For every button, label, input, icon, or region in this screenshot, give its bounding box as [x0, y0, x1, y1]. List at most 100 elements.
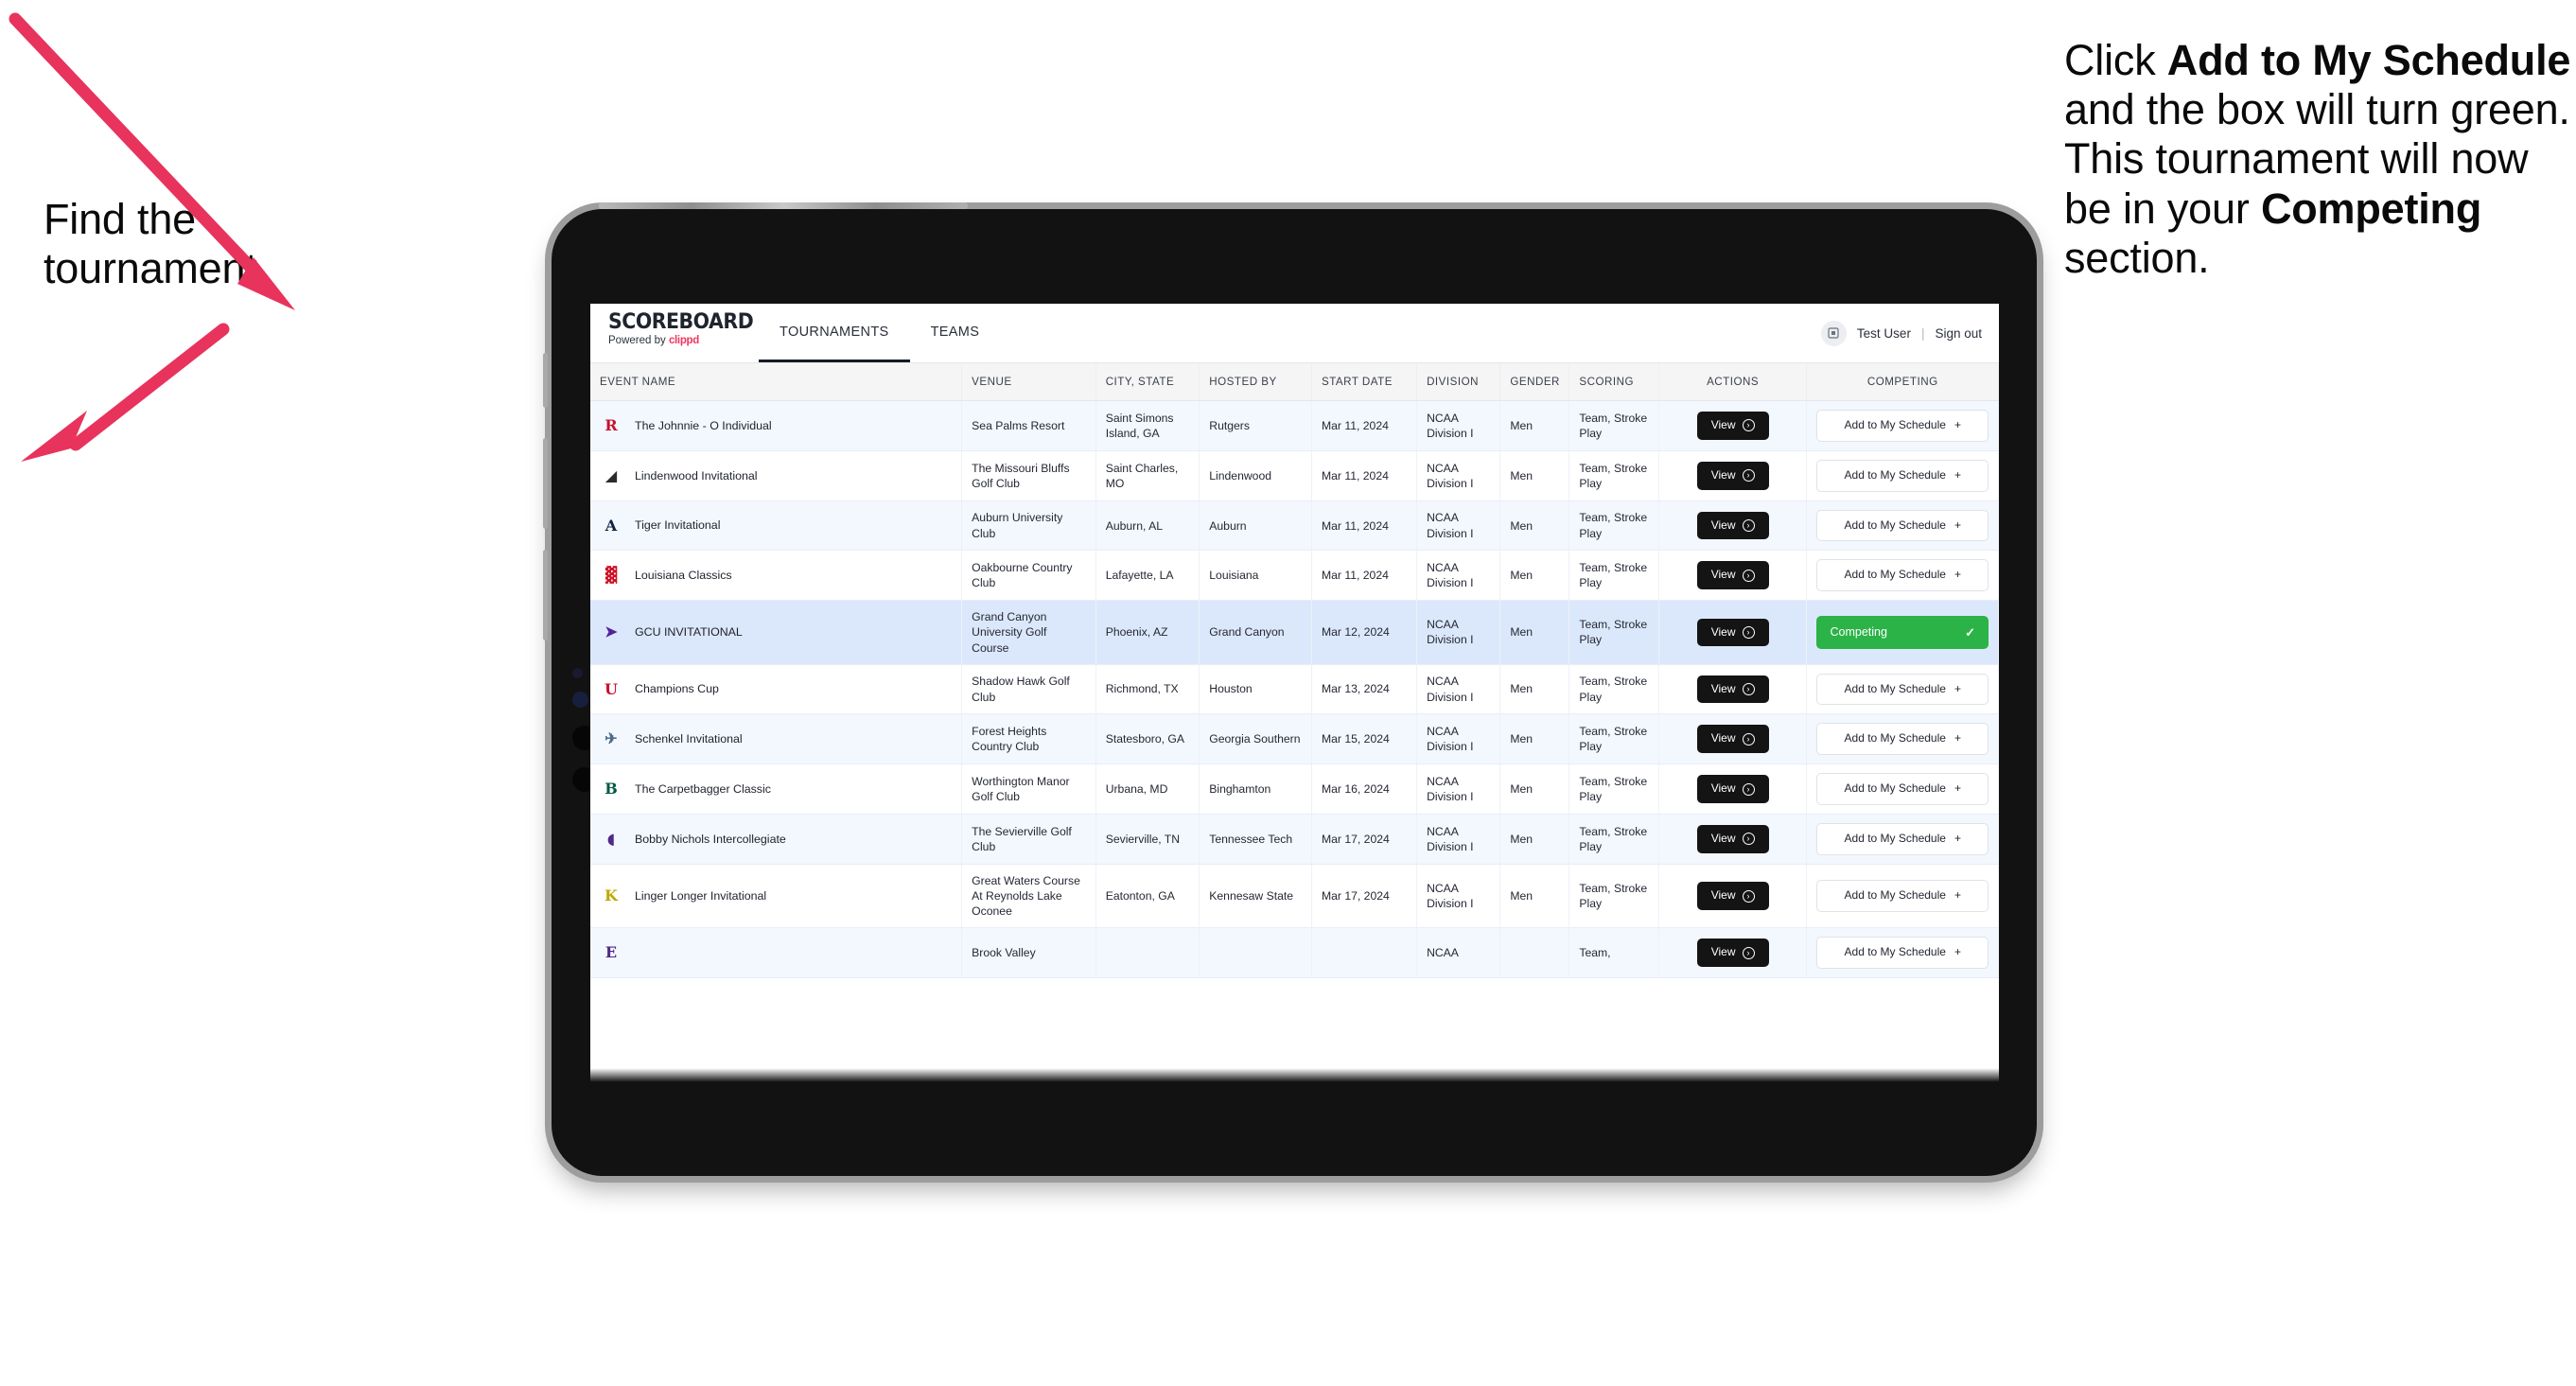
view-button-label: View: [1710, 731, 1736, 746]
cell-actions: View ›: [1658, 600, 1808, 665]
table-row[interactable]: ◢ Lindenwood Invitational The Missouri Blu…: [590, 450, 1999, 501]
brand-logo[interactable]: SCOREBOARD Powered by clippd: [590, 304, 754, 362]
view-button-label: View: [1710, 568, 1736, 582]
cell-hosted-by: Tennessee Tech: [1199, 814, 1312, 865]
view-button[interactable]: View ›: [1696, 618, 1769, 647]
add-to-my-schedule-button[interactable]: Add to My Schedule +: [1816, 723, 1989, 756]
annotation-left: Find the tournament.: [44, 195, 450, 293]
device-sensor-icon: [572, 668, 583, 678]
cell-hosted-by: Lindenwood: [1199, 450, 1312, 501]
annotation-right-bold-add: Add to My Schedule: [2166, 36, 2571, 84]
cell-gender: Men: [1499, 664, 1570, 715]
cell-event-name: ◢ Lindenwood Invitational: [590, 450, 963, 501]
event-name-label: GCU INVITATIONAL: [635, 625, 743, 640]
view-button[interactable]: View ›: [1696, 825, 1769, 853]
add-to-my-schedule-button[interactable]: Add to My Schedule +: [1816, 823, 1989, 855]
col-scoring[interactable]: SCORING: [1568, 363, 1659, 401]
table-row[interactable]: ◖ Bobby Nichols Intercollegiate The Sevier…: [590, 814, 1999, 865]
cell-competing: Add to My Schedule +: [1806, 763, 1999, 816]
add-to-my-schedule-button[interactable]: Add to My Schedule +: [1816, 773, 1989, 806]
cell-event-name: E: [590, 927, 963, 979]
col-city-state[interactable]: CITY, STATE: [1095, 363, 1200, 401]
view-button[interactable]: View ›: [1696, 511, 1769, 540]
viewport-bottom-fade: [590, 1068, 1999, 1083]
cell-actions: View ›: [1658, 664, 1808, 715]
view-button[interactable]: View ›: [1696, 882, 1769, 910]
device-button-power[interactable]: [543, 353, 548, 408]
plus-icon: +: [1954, 681, 1961, 695]
table-row[interactable]: R The Johnnie - O Individual Sea Palms Res…: [590, 400, 1999, 451]
team-logo-icon: B: [605, 780, 618, 798]
table-row[interactable]: A Tiger Invitational Auburn University Clu…: [590, 500, 1999, 552]
view-button-label: View: [1710, 681, 1736, 695]
competing-button[interactable]: Competing ✓: [1816, 615, 1989, 650]
col-hosted-by[interactable]: HOSTED BY: [1199, 363, 1312, 401]
view-button[interactable]: View ›: [1696, 939, 1769, 968]
view-button[interactable]: View ›: [1696, 461, 1769, 490]
tablet-device-frame: SCOREBOARD Powered by clippd TOURNAMENTS…: [543, 202, 2037, 1176]
view-button[interactable]: View ›: [1696, 561, 1769, 590]
add-to-my-schedule-button[interactable]: Add to My Schedule +: [1816, 880, 1989, 912]
cell-city-state: Statesboro, GA: [1095, 713, 1200, 765]
team-logo-icon: ▓: [605, 566, 618, 585]
col-competing: COMPETING: [1806, 363, 1999, 401]
check-icon: ✓: [1965, 624, 1975, 640]
table-row[interactable]: B The Carpetbagger Classic Worthington Man…: [590, 763, 1999, 816]
annotation-left-line1: Find the: [44, 195, 196, 243]
add-to-my-schedule-button[interactable]: Add to My Schedule +: [1816, 559, 1989, 592]
device-button-volume-down[interactable]: [543, 550, 548, 640]
view-button[interactable]: View ›: [1696, 725, 1769, 754]
cell-event-name: U Champions Cup: [590, 664, 963, 715]
col-start-date[interactable]: START DATE: [1311, 363, 1418, 401]
table-row[interactable]: K Linger Longer Invitational Great Waters …: [590, 864, 1999, 929]
sign-out-link[interactable]: Sign out: [1935, 326, 1982, 341]
cell-event-name: K Linger Longer Invitational: [590, 864, 963, 929]
add-to-my-schedule-button[interactable]: Add to My Schedule +: [1816, 509, 1989, 542]
cell-division: NCAA Division I: [1416, 713, 1501, 765]
event-name-label: Champions Cup: [635, 682, 719, 696]
tab-tournaments[interactable]: TOURNAMENTS: [759, 304, 910, 362]
cell-scoring: Team, Stroke Play: [1568, 864, 1659, 929]
cell-start-date: Mar 12, 2024: [1311, 600, 1418, 665]
brand-clippd: clippd: [668, 335, 699, 347]
arrow-right-circle-icon: ›: [1742, 469, 1755, 482]
cell-scoring: Team, Stroke Play: [1568, 814, 1659, 865]
add-to-my-schedule-button[interactable]: Add to My Schedule +: [1816, 673, 1989, 706]
cell-scoring: Team, Stroke Play: [1568, 500, 1659, 552]
col-venue[interactable]: VENUE: [961, 363, 1096, 401]
avatar[interactable]: [1820, 320, 1847, 346]
view-button-label: View: [1710, 888, 1736, 903]
cell-city-state: Phoenix, AZ: [1095, 600, 1200, 665]
cell-venue: Sea Palms Resort: [961, 400, 1096, 451]
table-row[interactable]: ➤ GCU INVITATIONAL Grand Canyon University…: [590, 600, 1999, 665]
view-button[interactable]: View ›: [1696, 675, 1769, 704]
cell-hosted-by: Binghamton: [1199, 763, 1312, 816]
add-to-my-schedule-label: Add to My Schedule: [1844, 832, 1946, 846]
col-division[interactable]: DIVISION: [1416, 363, 1501, 401]
table-row[interactable]: ✈ Schenkel Invitational Forest Heights Cou…: [590, 713, 1999, 765]
cell-event-name: ◖ Bobby Nichols Intercollegiate: [590, 814, 963, 865]
device-button-volume-up[interactable]: [543, 438, 548, 529]
cell-gender: Men: [1499, 864, 1570, 929]
table-row[interactable]: U Champions Cup Shadow Hawk Golf Club Richm…: [590, 664, 1999, 715]
cell-start-date: Mar 11, 2024: [1311, 500, 1418, 552]
cell-hosted-by: Louisiana: [1199, 550, 1312, 602]
table-row[interactable]: ▓ Louisiana Classics Oakbourne Country Clu…: [590, 550, 1999, 602]
table-row[interactable]: E Brook Valley NCAA Team, View › Add to My Sch…: [590, 927, 1999, 979]
cell-competing: Add to My Schedule +: [1806, 400, 1999, 451]
add-to-my-schedule-button[interactable]: Add to My Schedule +: [1816, 410, 1989, 442]
tab-teams[interactable]: TEAMS: [910, 304, 1001, 362]
cell-competing: Add to My Schedule +: [1806, 713, 1999, 765]
event-name-label: Lindenwood Invitational: [635, 468, 758, 482]
view-button-label: View: [1710, 832, 1736, 846]
add-to-my-schedule-button[interactable]: Add to My Schedule +: [1816, 937, 1989, 970]
view-button[interactable]: View ›: [1696, 775, 1769, 804]
cell-competing: Competing ✓: [1806, 600, 1999, 665]
view-button-label: View: [1710, 945, 1736, 959]
view-button[interactable]: View ›: [1696, 412, 1769, 440]
event-name-label: Louisiana Classics: [635, 569, 732, 583]
cell-event-name: A Tiger Invitational: [590, 500, 963, 552]
col-gender[interactable]: GENDER: [1499, 363, 1570, 401]
col-event-name[interactable]: EVENT NAME: [590, 363, 963, 401]
add-to-my-schedule-button[interactable]: Add to My Schedule +: [1816, 459, 1989, 492]
